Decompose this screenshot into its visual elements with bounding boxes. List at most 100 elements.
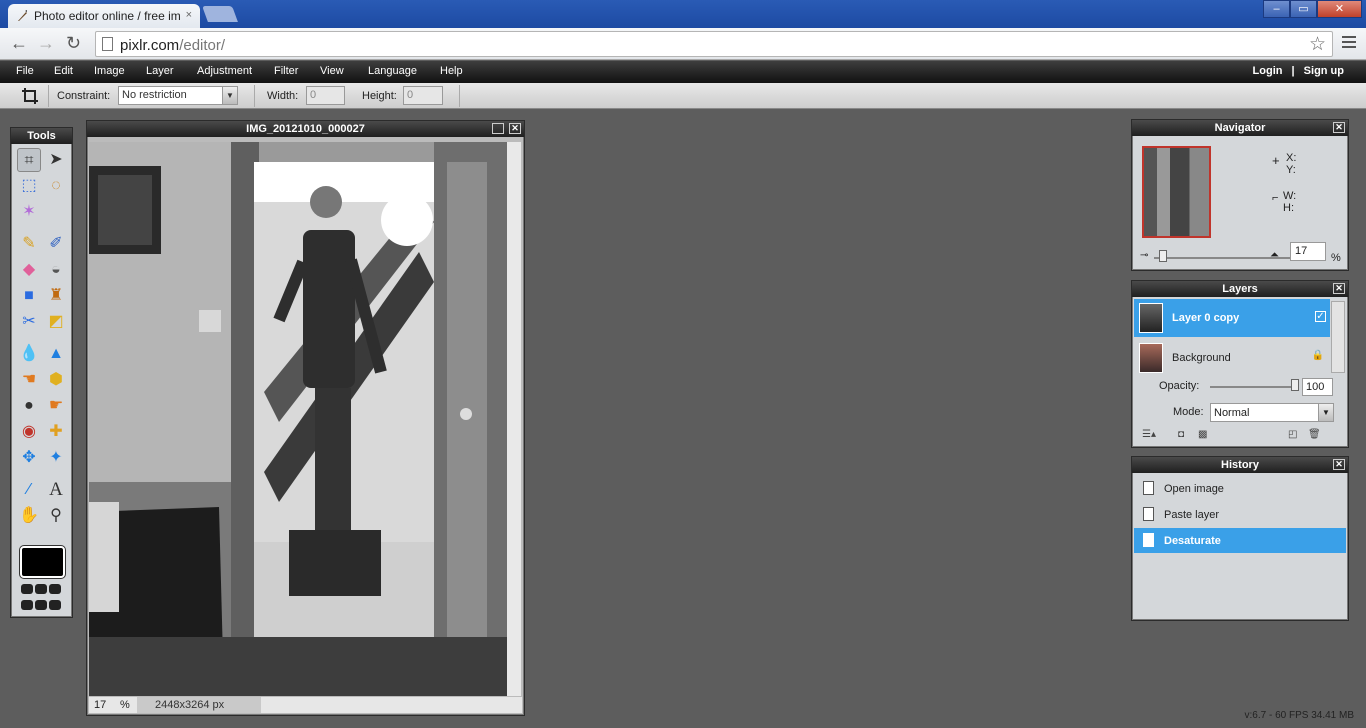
opacity-slider-handle[interactable] [1291,379,1299,391]
dodge-icon[interactable]: ● [17,394,41,418]
width-input[interactable]: 0 [306,86,345,105]
constraint-select[interactable]: No restriction ▼ [118,86,238,105]
color-replace-icon[interactable]: ✂ [17,310,41,334]
chevron-down-icon[interactable]: ▼ [1318,404,1333,421]
spot-heal-icon[interactable]: ✚ [44,420,68,444]
address-bar[interactable]: pixlr.com/editor/ ☆ [95,31,1333,57]
layers-scrollbar[interactable] [1331,301,1345,373]
tool-presets[interactable] [20,584,66,616]
x-label: X: [1286,152,1297,164]
canvas-photo[interactable] [89,142,507,696]
color-picker-icon[interactable]: ⁄ [17,478,41,502]
layer-styles-icon[interactable]: ▩ [1198,429,1207,440]
move-icon[interactable]: ➤ [44,148,68,172]
bloat-icon[interactable]: ✥ [17,446,41,470]
close-icon[interactable]: ✕ [1333,283,1345,294]
zoom-field[interactable]: 17 [94,699,106,711]
pencil-icon[interactable]: ✎ [17,232,41,256]
chevron-down-icon[interactable]: ▼ [222,87,237,104]
navigator-titlebar: Navigator ✕ [1132,120,1348,136]
signup-link[interactable]: Sign up [1304,65,1344,77]
zoom-slider-handle[interactable] [1159,250,1167,262]
menu-layer[interactable]: Layer [146,65,174,77]
paint-bucket-icon[interactable]: ◒ [44,258,68,282]
navigator-zoom-input[interactable]: 17 [1290,242,1326,261]
forward-arrow-icon[interactable]: → [37,34,55,52]
close-icon[interactable]: ✕ [509,123,521,134]
menu-image[interactable]: Image [94,65,125,77]
account-separator: | [1291,65,1295,77]
brush-icon[interactable]: ✐ [44,232,68,256]
image-scrollbar[interactable] [507,142,521,696]
hand-icon[interactable]: ✋ [17,504,41,528]
visibility-checkbox[interactable]: ✓ [1315,311,1326,322]
drawing-shapes-icon[interactable]: ◩ [44,310,68,334]
login-link[interactable]: Login [1253,65,1283,77]
new-layer-icon[interactable]: ◰ [1288,429,1297,440]
zoom-in-icon[interactable]: ⏶ [1270,249,1279,262]
opacity-input[interactable]: 100 [1302,378,1333,396]
menu-view[interactable]: View [320,65,344,77]
tool-options-bar: Constraint: No restriction ▼ Width: 0 He… [0,83,1366,109]
back-arrow-icon[interactable]: ← [10,34,28,52]
close-icon[interactable]: ✕ [1333,122,1345,133]
close-window-button[interactable]: ✕ [1317,0,1362,18]
tab-close-icon[interactable]: × [186,9,192,21]
history-item[interactable]: Paste layer [1134,502,1346,527]
layer-item[interactable]: Background 🔒 [1134,339,1330,377]
marquee-icon[interactable]: ⬚ [17,174,41,198]
layer-settings-icon[interactable]: ☰▴ [1142,429,1156,440]
url-text[interactable]: pixlr.com/editor/ [120,37,225,54]
crosshair-icon: + [1272,153,1280,168]
layers-titlebar: Layers ✕ [1132,281,1348,297]
history-empty-area [1134,553,1346,619]
size-icon: ⌐ [1272,192,1279,204]
eraser-icon[interactable]: ◆ [17,258,41,282]
crop-icon[interactable]: ⌗ [17,148,41,172]
opacity-label: Opacity: [1159,380,1200,392]
delete-layer-icon[interactable]: 🗑 [1308,429,1321,440]
gradient-icon[interactable]: ■ [17,284,41,308]
blur-icon[interactable]: 💧 [17,342,41,366]
divider [48,85,49,107]
history-item[interactable]: Open image [1134,476,1346,501]
menu-adjustment[interactable]: Adjustment [197,65,252,77]
smudge-icon[interactable]: ☚ [17,368,41,392]
burn-icon[interactable]: ☛ [44,394,68,418]
pinch-icon[interactable]: ✦ [44,446,68,470]
minimize-button[interactable]: – [1263,0,1290,18]
bookmark-star-icon[interactable]: ☆ [1309,33,1326,56]
menu-language[interactable]: Language [368,65,417,77]
menu-edit[interactable]: Edit [54,65,73,77]
sharpen-icon[interactable]: ▲ [44,342,68,366]
magic-wand-icon[interactable]: ✶ [17,200,41,224]
color-swatch[interactable] [20,546,65,578]
lasso-icon[interactable]: ◌ [44,174,68,198]
h-label: H: [1283,202,1294,214]
zoom-out-icon[interactable]: ⊸ [1140,250,1148,261]
opacity-slider-track[interactable] [1210,386,1298,388]
maximize-button[interactable]: ▭ [1290,0,1317,18]
menu-help[interactable]: Help [440,65,463,77]
zoom-icon[interactable]: ⚲ [44,504,68,528]
type-icon[interactable]: A [44,478,68,502]
new-tab-button[interactable] [202,6,238,22]
history-item[interactable]: Desaturate [1134,528,1346,553]
menu-filter[interactable]: Filter [274,65,298,77]
menu-file[interactable]: File [16,65,34,77]
browser-tab[interactable]: Photo editor online / free im × [8,4,200,28]
maximize-icon[interactable] [492,123,504,134]
reload-icon[interactable]: ↻ [66,34,81,52]
height-input[interactable]: 0 [403,86,443,105]
browser-menu-icon[interactable] [1342,36,1356,51]
red-eye-icon[interactable]: ◉ [17,420,41,444]
blend-mode-select[interactable]: Normal ▼ [1210,403,1334,422]
sponge-icon[interactable]: ⬢ [44,368,68,392]
clone-stamp-icon[interactable]: ♜ [44,284,68,308]
navigator-thumbnail[interactable] [1142,146,1211,238]
zoom-slider-track[interactable] [1154,257,1304,259]
close-icon[interactable]: ✕ [1333,459,1345,470]
layer-item[interactable]: Layer 0 copy ✓ [1134,299,1330,337]
lock-icon[interactable]: 🔒 [1312,350,1324,361]
layer-mask-icon[interactable]: ◘ [1178,429,1184,440]
